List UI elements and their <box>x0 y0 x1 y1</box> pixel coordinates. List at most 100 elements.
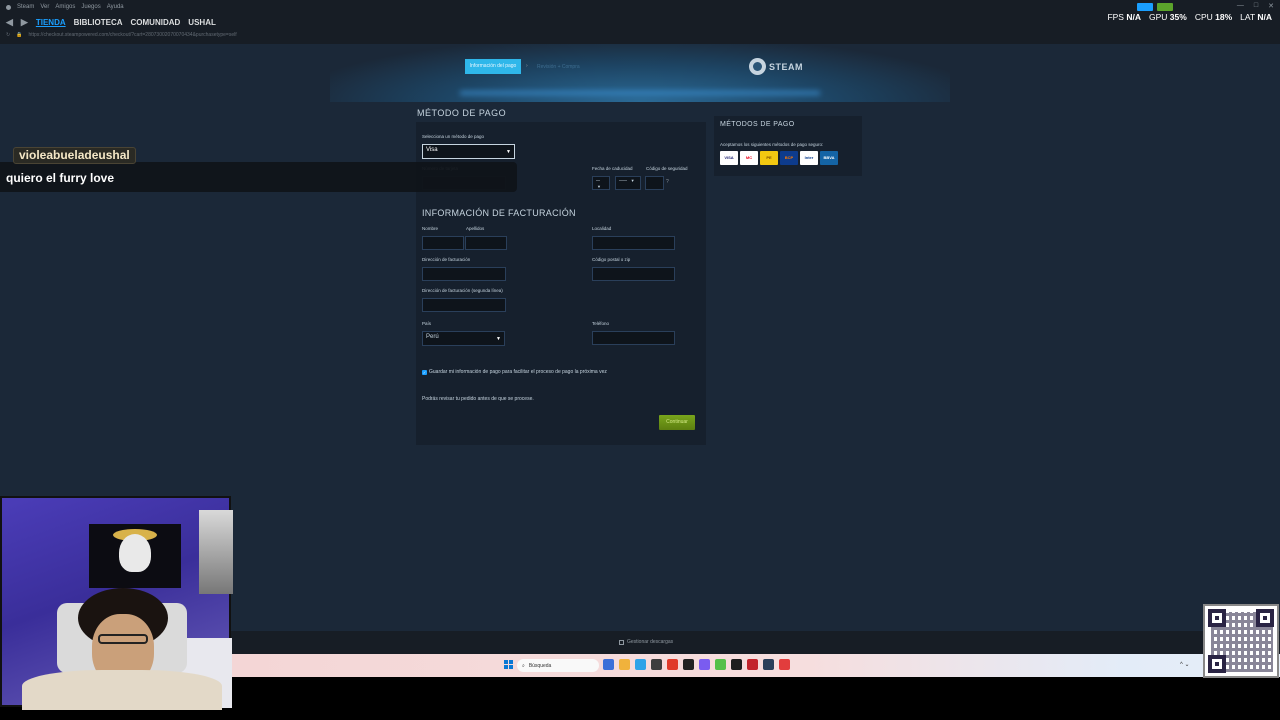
expiry-label: Fecha de caducidad <box>592 166 633 171</box>
gpu-value: 35 <box>1169 12 1180 22</box>
download-icon <box>619 639 624 645</box>
security-code-field[interactable] <box>645 176 664 190</box>
tray-chevron-icon[interactable]: ^ ⌄ <box>1180 661 1190 668</box>
nav-tabs: ◀ ▶ TIENDA BIBLIOTECA COMUNIDAD USHAL <box>6 17 216 28</box>
billing-title: INFORMACIÓN DE FACTURACIÓN <box>422 208 576 218</box>
menu-item-steam[interactable]: Steam <box>17 4 34 10</box>
chevron-down-icon: ▼ <box>496 336 501 342</box>
address-label: Dirección de facturación <box>422 257 471 262</box>
taskbar-app-icon[interactable] <box>635 659 646 670</box>
friends-icon[interactable] <box>1157 3 1173 11</box>
tab-biblioteca[interactable]: BIBLIOTECA <box>74 18 123 27</box>
lat-stat: LAT N/A <box>1240 12 1272 22</box>
chevron-down-icon: ▼ <box>597 184 601 189</box>
menu-item-amigos[interactable]: Amigos <box>55 4 75 10</box>
payment-methods-note: Aceptamos los siguientes métodos de pago… <box>720 142 824 147</box>
fps-stat: FPS N/A <box>1107 12 1141 22</box>
lat-value: N/A <box>1257 12 1272 22</box>
notification-icon[interactable] <box>1137 3 1153 11</box>
taskbar-search[interactable]: ⌕ Búsqueda <box>517 659 599 672</box>
menu-item-ver[interactable]: Ver <box>40 4 49 10</box>
phone-field[interactable] <box>592 331 675 345</box>
chevron-down-icon: ▼ <box>506 149 511 155</box>
chat-username: violeabueladeushal <box>13 147 136 164</box>
wall-poster-image <box>199 510 233 594</box>
close-icon[interactable]: ✕ <box>1268 2 1274 10</box>
security-code-label: Código de seguridad <box>646 166 688 171</box>
select-method-label: Selecciona un método de pago <box>422 134 485 139</box>
steam-logo: STEAM <box>749 58 803 75</box>
step-separator-icon: › <box>526 63 528 69</box>
address2-label: Dirección de facturación (segunda línea) <box>422 288 503 293</box>
last-name-label: Apellidos <box>466 226 485 231</box>
help-icon[interactable]: ? <box>666 179 669 185</box>
taskbar-app-icon[interactable] <box>683 659 694 670</box>
maximize-icon[interactable]: □ <box>1254 2 1258 10</box>
taskbar-app-icon[interactable] <box>731 659 742 670</box>
chevron-down-icon: ▼ <box>630 178 635 183</box>
city-field[interactable] <box>592 236 675 250</box>
taskbar-app-icon[interactable] <box>763 659 774 670</box>
back-arrow-icon[interactable]: ◀ <box>6 17 13 28</box>
card-logo-pe: PE <box>760 151 778 165</box>
manage-downloads[interactable]: Gestionar descargas <box>619 639 673 645</box>
gpu-label: GPU <box>1148 12 1168 22</box>
taskbar-app-icon[interactable] <box>715 659 726 670</box>
streamer-hoodie <box>22 670 222 710</box>
step-review-purchase: Revisión + Compra <box>537 64 580 70</box>
url-text[interactable]: https://checkout.steampowered.com/checko… <box>28 32 236 38</box>
reload-icon[interactable]: ↻ <box>6 32 10 38</box>
steam-logo-icon <box>749 58 766 75</box>
gpu-unit: % <box>1179 12 1187 22</box>
menu-bar: Steam Ver Amigos Juegos Ayuda <box>6 4 124 10</box>
card-logo-visa: VISA <box>720 151 738 165</box>
url-bar: ↻ 🔒 https://checkout.steampowered.com/ch… <box>6 32 237 38</box>
address2-field[interactable] <box>422 298 506 312</box>
taskbar-app-icon[interactable] <box>651 659 662 670</box>
performance-overlay: FPS N/A GPU 35% CPU 18% LAT N/A <box>1107 12 1272 22</box>
tab-ushal[interactable]: USHAL <box>188 18 216 27</box>
taskbar-app-icon[interactable] <box>779 659 790 670</box>
qr-corner <box>1256 609 1274 627</box>
continue-button[interactable]: Continuar <box>659 415 695 430</box>
country-label: País <box>422 321 432 326</box>
last-name-field[interactable] <box>465 236 507 250</box>
expiry-year-select[interactable]: ---- ▼ <box>615 176 641 190</box>
gpu-stat: GPU 35% <box>1149 12 1187 22</box>
menu-item-ayuda[interactable]: Ayuda <box>107 4 124 10</box>
payment-card-logos: VISA MC PE BCP Inter BBVA <box>720 151 838 165</box>
cpu-label: CPU <box>1194 12 1213 22</box>
forward-arrow-icon[interactable]: ▶ <box>21 17 28 28</box>
taskbar-app-icon[interactable] <box>619 659 630 670</box>
fps-value: N/A <box>1126 12 1141 22</box>
save-info-label[interactable]: Guardar mi información de pago para faci… <box>429 369 607 375</box>
card-logo-mc: MC <box>740 151 758 165</box>
menu-item-juegos[interactable]: Juegos <box>81 4 100 10</box>
taskbar-app-icon[interactable] <box>747 659 758 670</box>
postal-field[interactable] <box>592 267 675 281</box>
window-controls: — □ ✕ <box>1237 2 1274 10</box>
first-name-label: Nombre <box>422 226 439 231</box>
taskbar-app-icon[interactable] <box>699 659 710 670</box>
country-select[interactable]: Perú ▼ <box>422 331 505 346</box>
first-name-field[interactable] <box>422 236 464 250</box>
skull-image <box>119 534 151 572</box>
lat-label: LAT <box>1240 12 1255 22</box>
qr-corner <box>1208 655 1226 673</box>
expiry-month-select[interactable]: -- ▼ <box>592 176 610 190</box>
payment-method-select[interactable]: Visa ▼ <box>422 144 515 159</box>
windows-start-icon[interactable] <box>504 660 513 669</box>
payment-methods-title: MÉTODOS DE PAGO <box>720 121 795 128</box>
taskbar-app-icon[interactable] <box>603 659 614 670</box>
tab-comunidad[interactable]: COMUNIDAD <box>131 18 181 27</box>
card-logo-inter: Inter <box>800 151 818 165</box>
steam-logo-text: STEAM <box>769 61 803 72</box>
save-info-checkbox[interactable]: ✓ <box>422 369 427 375</box>
card-logo-bbva: BBVA <box>820 151 838 165</box>
payment-method-value: Visa <box>426 147 438 153</box>
minimize-icon[interactable]: — <box>1237 2 1244 10</box>
address-field[interactable] <box>422 267 506 281</box>
tab-tienda[interactable]: TIENDA <box>36 18 66 27</box>
expiry-year-value: ---- <box>619 178 627 184</box>
taskbar-app-icon[interactable] <box>667 659 678 670</box>
